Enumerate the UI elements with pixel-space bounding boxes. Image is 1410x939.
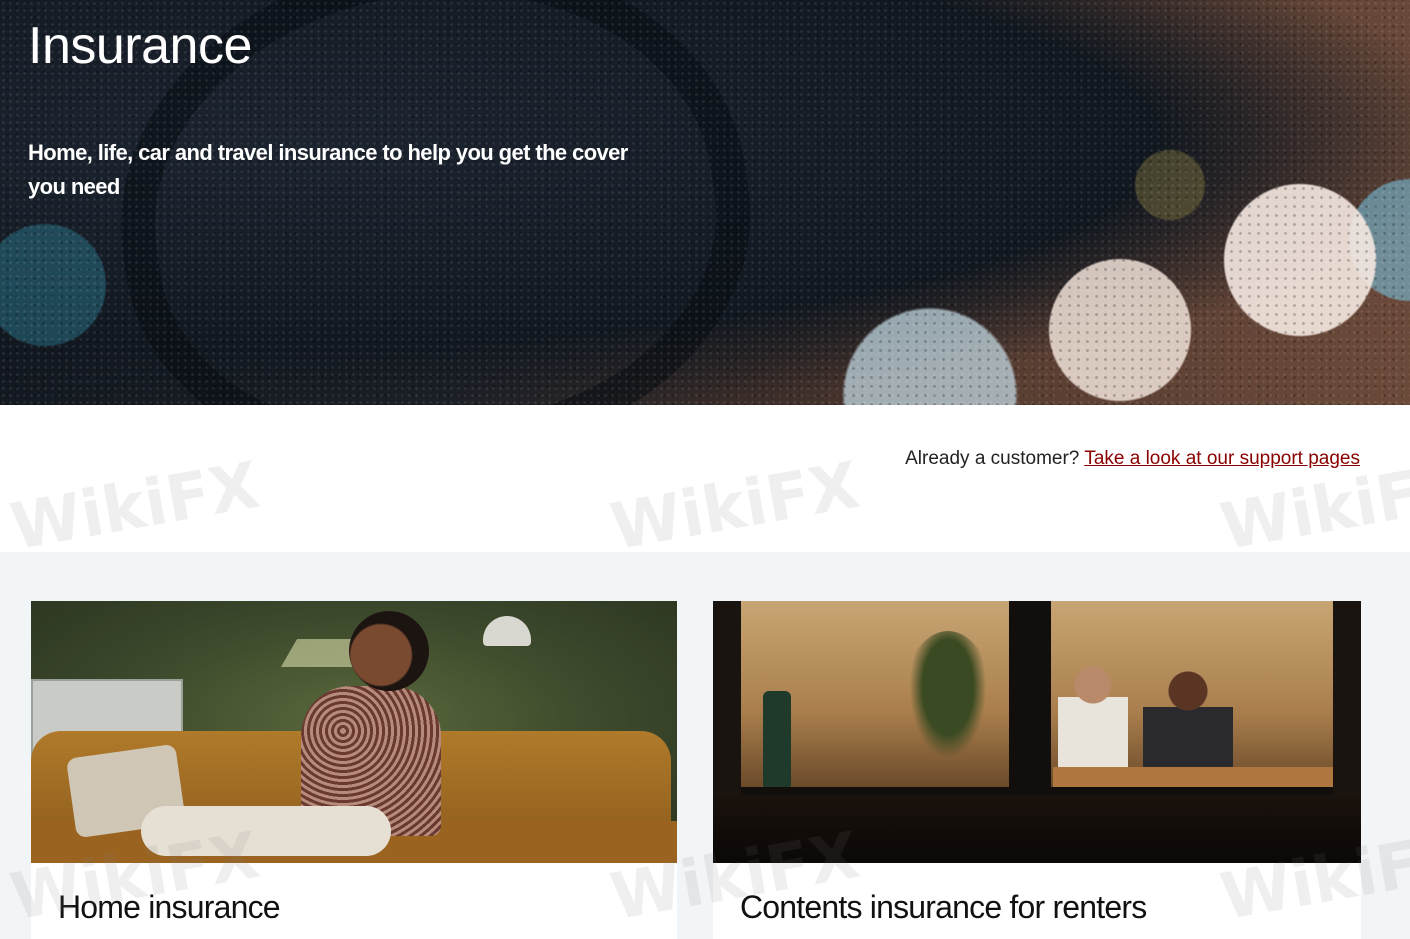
renters-insurance-title[interactable]: Contents insurance for renters <box>740 889 1147 926</box>
person-legs <box>141 806 391 856</box>
customer-prompt-text: Already a customer? <box>905 448 1080 469</box>
house-plant <box>903 631 993 771</box>
table <box>1053 767 1333 787</box>
floor-lamp <box>483 616 531 646</box>
renters-insurance-card[interactable]: Contents insurance for renters <box>713 601 1361 939</box>
existing-customer-prompt: Already a customer? Take a look at our s… <box>905 448 1360 470</box>
support-pages-link[interactable]: Take a look at our support pages <box>1084 448 1360 469</box>
hero-banner: Insurance Home, life, car and travel ins… <box>0 0 1410 405</box>
watermark-logo: WikiFX <box>605 448 865 566</box>
woman-on-sofa-photo <box>31 601 677 863</box>
home-insurance-title[interactable]: Home insurance <box>58 889 281 926</box>
window-sill <box>713 795 1361 863</box>
person-head <box>349 611 429 691</box>
person-man <box>1143 669 1233 779</box>
page-subtitle: Home, life, car and travel insurance to … <box>28 140 628 199</box>
watermark-logo: WikiFX <box>5 448 265 566</box>
bottle <box>763 691 791 787</box>
home-insurance-card[interactable]: Home insurance <box>31 601 677 939</box>
window-frame <box>1009 601 1051 795</box>
couple-at-window-photo <box>713 601 1361 863</box>
person-woman <box>1058 661 1128 781</box>
page-title: Insurance <box>28 17 252 75</box>
